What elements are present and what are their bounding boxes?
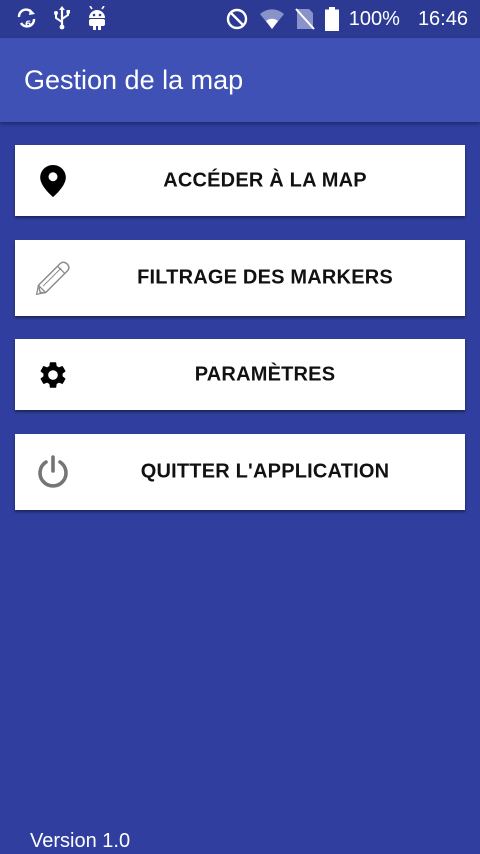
status-bar-right: 100% 16:46 [225,6,468,32]
access-map-button[interactable]: ACCÉDER À LA MAP [15,145,465,216]
page-title: Gestion de la map [24,65,244,95]
svg-text:6: 6 [25,20,31,29]
quit-application-button[interactable]: QUITTER L'APPLICATION [15,434,465,510]
filter-markers-button[interactable]: FILTRAGE DES MARKERS [15,240,465,316]
access-map-label: ACCÉDER À LA MAP [163,169,367,191]
settings-button[interactable]: PARAMÈTRES [15,339,465,410]
settings-label: PARAMÈTRES [194,363,336,385]
battery-icon [324,7,339,31]
version-label: Version 1.0 [30,830,131,852]
status-bar-left: 6 [16,6,108,30]
battery-percentage: 100% [348,8,400,30]
do-not-disturb-icon [225,7,249,31]
sync-icon: 6 [16,7,38,29]
status-bar: 6 100% 16:46 [0,0,480,38]
android-icon [86,6,108,30]
clock: 16:46 [417,8,468,30]
quit-application-label: QUITTER L'APPLICATION [140,460,390,483]
wifi-icon [259,8,285,30]
no-sim-icon [295,7,315,31]
app-bar: Gestion de la map [0,38,480,122]
usb-icon [52,6,72,30]
filter-markers-label: FILTRAGE DES MARKERS [137,266,393,289]
